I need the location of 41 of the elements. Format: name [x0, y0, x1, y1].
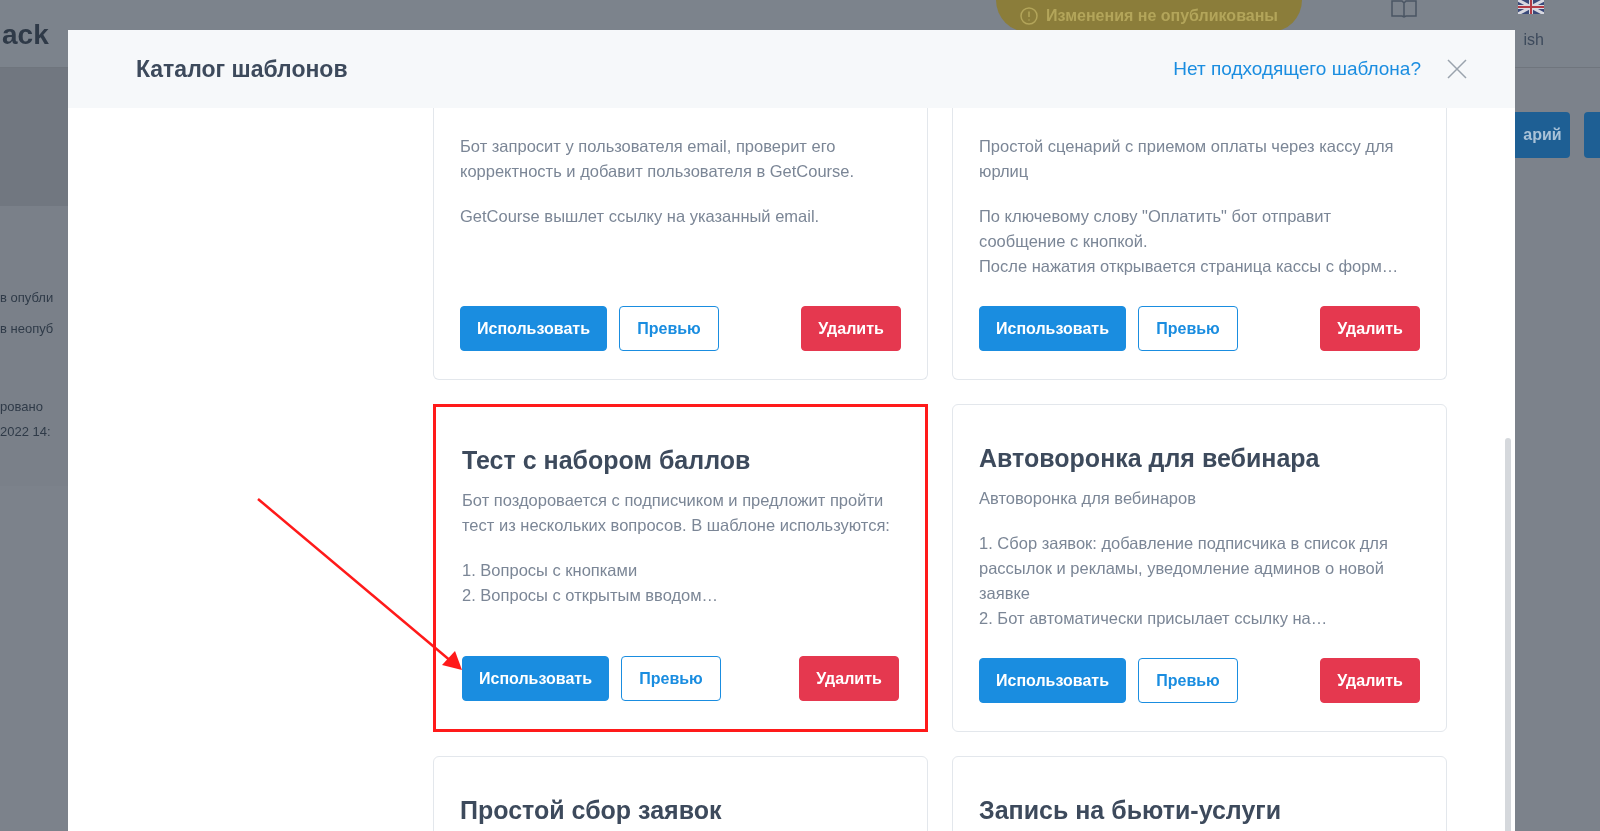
template-title: Запись на бьюти-услуги	[979, 795, 1283, 826]
dialog-title: Каталог шаблонов	[136, 54, 348, 84]
toolbar-button[interactable]	[1584, 112, 1600, 158]
delete-button[interactable]: Удалить	[801, 306, 901, 351]
template-description: Бот запросит у пользователя email, проверит его корректность и добавит пользователя в GetCourse.	[460, 136, 856, 182]
preview-button[interactable]: Превью	[619, 306, 719, 351]
logo-text: ack	[2, 18, 49, 52]
delete-button[interactable]: Удалить	[1320, 658, 1420, 703]
template-description: 2. Бот автоматически присылает ссылку на…	[979, 608, 1329, 630]
template-description: Простой сценарий с приемом оплаты через кассу для юрлиц	[979, 136, 1395, 182]
template-title: Тест с набором баллов	[462, 445, 752, 476]
delete-button[interactable]: Удалить	[799, 656, 899, 701]
alert-icon	[1020, 7, 1039, 25]
template-description: Автоворонка для вебинаров	[979, 488, 1197, 510]
preview-button[interactable]: Превью	[621, 656, 721, 701]
book-icon	[1390, 0, 1418, 18]
language-label: ish	[1523, 30, 1544, 50]
template-title: Простой сбор заявок	[460, 795, 723, 826]
template-description: 2. Вопросы с открытым вводом…	[462, 585, 720, 607]
use-button[interactable]: Использовать	[462, 656, 609, 701]
delete-button[interactable]: Удалить	[1320, 306, 1420, 351]
template-description: Бот поздоровается с подписчиком и предложит пройти тест из нескольких вопросов. В шаблоне используются:	[462, 490, 891, 537]
template-title: Автоворонка для вебинара	[979, 443, 1321, 474]
use-button[interactable]: Использовать	[979, 306, 1126, 351]
template-description: 1. Вопросы с кнопками	[462, 560, 639, 582]
status-text: в неопуб	[0, 320, 55, 338]
template-description: GetCourse вышлет ссылку на указанный email.	[460, 206, 821, 227]
use-button[interactable]: Использовать	[979, 658, 1126, 703]
no-template-link[interactable]: Нет подходящего шаблона?	[1173, 54, 1421, 84]
preview-button[interactable]: Превью	[1138, 658, 1238, 703]
date-text: 2022 14:	[0, 423, 52, 441]
flag-icon	[1518, 0, 1544, 14]
create-button[interactable]: арий	[1515, 112, 1570, 158]
status-text: в опубли	[0, 289, 55, 307]
template-description: 1. Сбор заявок: добавление подписчика в список для рассылок и рекламы, уведомление админов о новой заявке	[979, 533, 1389, 605]
template-description: После нажатия открывается страница кассы с форм…	[979, 256, 1400, 277]
close-icon[interactable]	[1447, 59, 1467, 79]
use-button[interactable]: Использовать	[460, 306, 607, 351]
date-text: ровано	[0, 398, 44, 416]
template-description: По ключевому слову "Оплатить" бот отправит сообщение с кнопкой.	[979, 206, 1333, 252]
preview-button[interactable]: Превью	[1138, 306, 1238, 351]
